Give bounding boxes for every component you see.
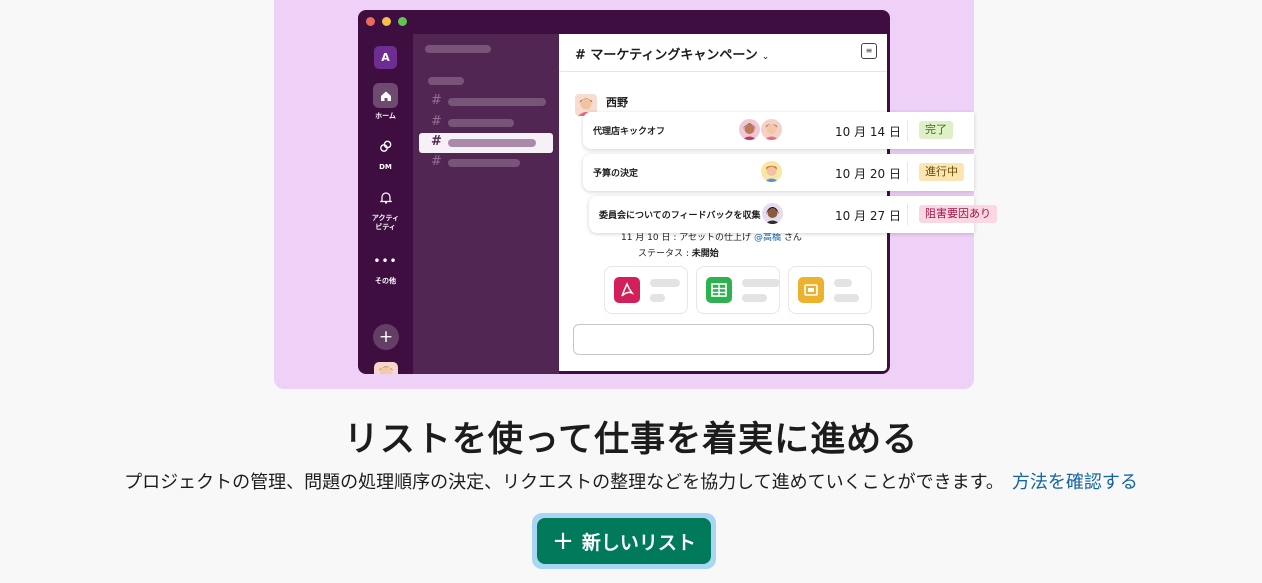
column-divider [907, 120, 908, 141]
channel-item: # [419, 153, 553, 173]
meta-date-text: 11 月 10 日 : アセットの仕上げ [621, 233, 752, 243]
file-attachments [604, 266, 872, 314]
channel-name-placeholder [448, 139, 536, 147]
maximize-dot [398, 17, 407, 26]
pdf-icon [614, 277, 640, 303]
assignee-avatar [761, 161, 782, 182]
workspace-icon: A [374, 46, 397, 69]
channel-item: # [419, 92, 553, 112]
list-row-date: 10 月 14 日 [835, 125, 901, 139]
slides-icon [798, 277, 824, 303]
message-status-line: ステータス : 未開始 [638, 246, 719, 259]
file-meta-placeholder [650, 294, 665, 302]
meta-suffix: さん [783, 233, 802, 243]
channel-title-text: # マーケティングキャンペーン [575, 48, 758, 63]
chevron-down-icon: ⌄ [761, 52, 770, 62]
hash-icon: # [431, 114, 442, 129]
meta-status-label: ステータス : [638, 249, 692, 259]
rail-home: ホーム [358, 83, 413, 121]
page-description: プロジェクトの管理、問題の処理順序の決定、リクエストの整理などを協力して進めてい… [0, 468, 1262, 494]
add-icon: + [373, 324, 399, 350]
rail-activity: アクティ ビティ [358, 185, 413, 232]
column-divider [907, 204, 908, 225]
file-meta-placeholder [834, 294, 859, 302]
status-badge: 進行中 [919, 163, 964, 181]
meta-status-value: 未開始 [691, 249, 719, 259]
new-list-label: 新しいリスト [581, 531, 696, 554]
message-composer [573, 324, 874, 355]
description-text: プロジェクトの管理、問題の処理順序の決定、リクエストの整理などを協力して進めてい… [124, 472, 1004, 493]
minimize-dot [382, 17, 391, 26]
workspace-name-placeholder [425, 45, 491, 53]
learn-more-link[interactable]: 方法を確認する [1012, 472, 1138, 493]
list-row-date: 10 月 27 日 [835, 209, 901, 223]
assignee-avatar [739, 119, 760, 140]
rail-home-label: ホーム [375, 112, 396, 120]
channel-item-active: # [419, 133, 553, 153]
status-badge: 完了 [919, 121, 953, 139]
window-controls [366, 17, 407, 26]
channel-header: # マーケティングキャンペーン ⌄ ≡ [559, 34, 887, 72]
user-avatar [374, 362, 398, 374]
column-divider [907, 162, 908, 183]
assignee-avatar [762, 203, 783, 224]
channel-title: # マーケティングキャンペーン ⌄ [575, 44, 769, 63]
channel-sidebar: # # # # [413, 34, 559, 374]
home-icon [373, 83, 398, 108]
bell-icon [373, 185, 398, 210]
close-dot [366, 17, 375, 26]
file-meta-placeholder [742, 294, 767, 302]
list-row-date: 10 月 20 日 [835, 167, 901, 181]
status-badge: 阻害要因あり [919, 205, 997, 223]
rail-more: ••• その他 [358, 248, 413, 286]
assignee-avatar [761, 119, 782, 140]
channel-item: # [419, 113, 553, 133]
hash-icon: # [431, 154, 442, 169]
channel-name-placeholder [448, 119, 514, 127]
sender-name: 西野 [606, 96, 628, 109]
hash-icon: # [431, 93, 442, 108]
list-row-name: 予算の決定 [593, 169, 639, 179]
list-row: 代理店キックオフ 10 月 14 日 完了 [583, 112, 974, 149]
file-name-placeholder [742, 279, 780, 287]
hash-icon: # [431, 134, 442, 149]
app-rail: A ホーム DM アクティ ビティ ••• その他 + [358, 36, 413, 374]
file-card [788, 266, 872, 314]
channel-name-placeholder [448, 159, 520, 167]
app-mockup-window: A ホーム DM アクティ ビティ ••• その他 + # # # # # マー… [358, 10, 890, 374]
file-name-placeholder [650, 279, 680, 287]
rail-activity-label: アクティ ビティ [371, 214, 400, 231]
canvas-icon: ≡ [861, 43, 877, 59]
rail-more-label: その他 [375, 277, 396, 285]
list-row: 委員会についてのフィードバックを収集 10 月 27 日 阻害要因あり [589, 196, 997, 233]
user-mention: @高橋 [753, 233, 781, 243]
file-card [604, 266, 688, 314]
list-row-name: 委員会についてのフィードバックを収集 [599, 211, 761, 221]
page-title: リストを使って仕事を着実に進める [343, 420, 919, 460]
list-row-name: 代理店キックオフ [593, 127, 666, 137]
new-list-button[interactable]: + 新しいリスト [537, 518, 711, 564]
channel-name-placeholder [448, 98, 546, 106]
file-name-placeholder [834, 279, 852, 287]
more-icon: ••• [373, 253, 398, 268]
rail-dm-label: DM [379, 163, 392, 171]
rail-dm: DM [358, 134, 413, 172]
file-card [696, 266, 780, 314]
list-row: 予算の決定 10 月 20 日 進行中 [583, 154, 974, 191]
spreadsheet-icon [706, 277, 732, 303]
section-header-placeholder [428, 77, 464, 85]
plus-icon: + [552, 526, 574, 556]
dm-icon [373, 134, 398, 159]
